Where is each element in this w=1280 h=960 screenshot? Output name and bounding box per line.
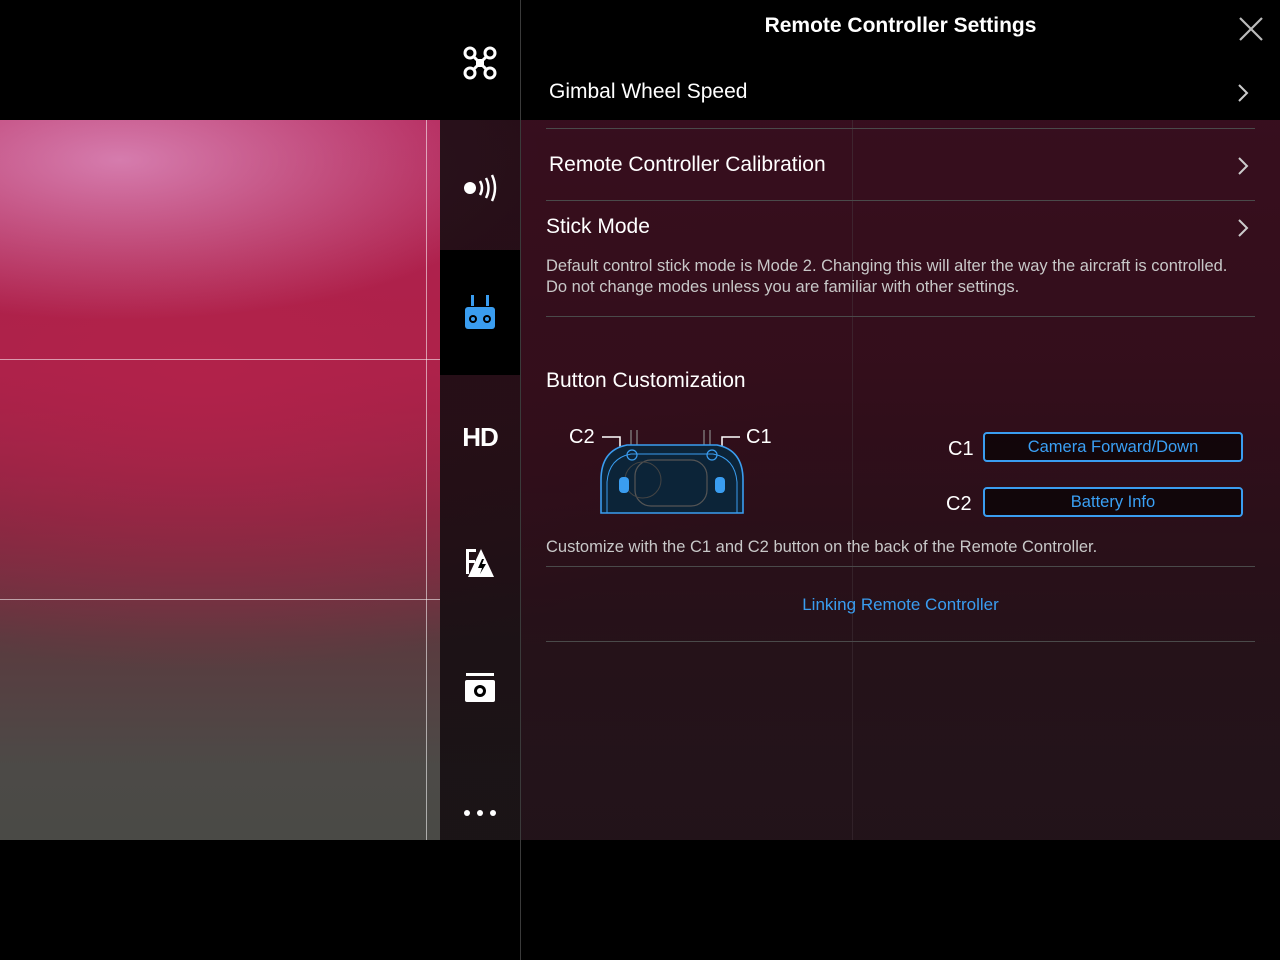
gimbal-wheel-speed-row[interactable]: Gimbal Wheel Speed (546, 80, 1255, 108)
controller-back-icon (600, 430, 744, 514)
gimbal-wheel-speed-label: Gimbal Wheel Speed (549, 80, 748, 103)
divider (546, 316, 1255, 317)
camera-icon (465, 672, 495, 702)
chevron-right-icon (1238, 219, 1249, 237)
sidebar-item-battery[interactable] (440, 500, 520, 625)
sidebar-item-more[interactable] (440, 750, 520, 875)
linking-remote-controller-link[interactable]: Linking Remote Controller (521, 595, 1280, 615)
divider (546, 200, 1255, 201)
sidebar-item-camera[interactable] (440, 625, 520, 750)
page-title: Remote Controller Settings (764, 14, 1037, 37)
sidebar-item-hd[interactable]: HD (440, 375, 520, 500)
button-customization-description: Customize with the C1 and C2 button on t… (546, 538, 1098, 556)
chevron-right-icon (1238, 157, 1249, 175)
divider (546, 128, 1255, 129)
grid-line (0, 599, 440, 600)
hd-icon: HD (462, 422, 499, 452)
divider (546, 566, 1255, 567)
battery-icon (466, 548, 494, 577)
remote-controller-diagram: C2 C1 (565, 420, 785, 520)
c2-function-button[interactable]: Battery Info (983, 487, 1243, 517)
grid-line (0, 359, 440, 360)
aircraft-icon (463, 46, 497, 79)
grid-line (426, 120, 427, 840)
settings-panel: Remote Controller Settings Gimbal Wheel … (521, 0, 1280, 960)
c1-function-button[interactable]: Camera Forward/Down (983, 432, 1243, 462)
sidebar-item-signal[interactable] (440, 125, 520, 250)
stick-mode-label: Stick Mode (546, 215, 650, 238)
sidebar-item-aircraft[interactable] (440, 0, 520, 125)
button-customization-title: Button Customization (546, 369, 746, 392)
signal-icon (464, 173, 497, 202)
stick-mode-row[interactable]: Stick Mode Default control stick mode is… (546, 215, 1255, 305)
stick-mode-description: Default control stick mode is Mode 2. Ch… (546, 257, 1228, 296)
c2-label: C2 (946, 493, 972, 515)
more-icon (464, 809, 496, 816)
remote-controller-calibration-row[interactable]: Remote Controller Calibration (546, 153, 1255, 181)
divider (546, 641, 1255, 642)
settings-sidebar: HD (440, 0, 520, 960)
calibration-label: Remote Controller Calibration (549, 153, 826, 176)
remote-controller-icon (465, 294, 495, 329)
sidebar-item-remote-controller[interactable] (440, 250, 520, 375)
chevron-right-icon (1238, 84, 1249, 102)
close-icon[interactable] (1238, 16, 1264, 42)
c1-label: C1 (948, 438, 974, 460)
